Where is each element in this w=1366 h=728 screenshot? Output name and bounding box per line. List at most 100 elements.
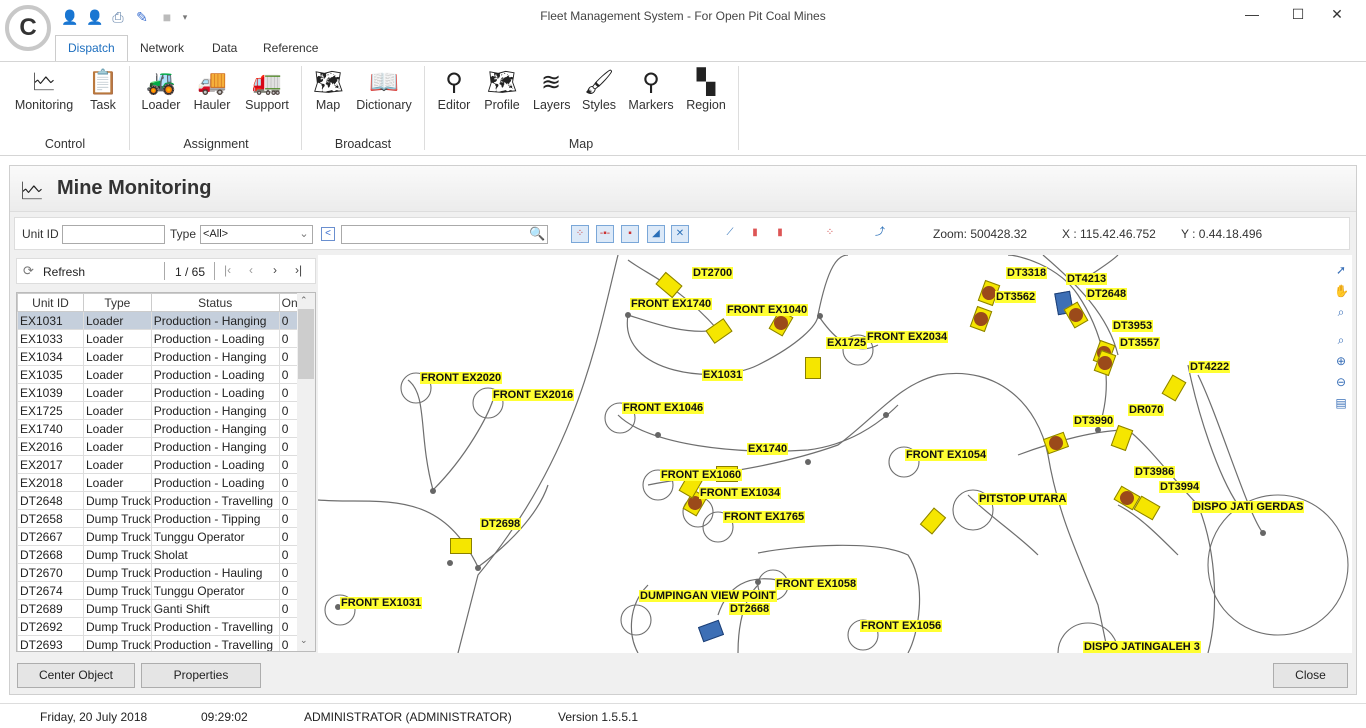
scroll-up-icon[interactable]: ⌃ [300,295,308,306]
unit-id-input[interactable] [62,225,165,244]
refresh-button[interactable]: Refresh [43,265,85,279]
editor-button[interactable]: ⚲ Editor [436,68,472,112]
map-label[interactable]: DT3953 [1112,320,1154,332]
table-row[interactable]: DT2667 Dump Truck Tunggu Operator 0 [17,527,301,546]
map-label[interactable]: FRONT EX1040 [726,304,809,316]
show-units-toggle-icon[interactable]: ⁘ [571,225,589,243]
map-label[interactable]: FRONT EX1058 [775,578,858,590]
scroll-thumb[interactable] [298,309,314,379]
prev-page-icon[interactable]: ‹ [249,263,253,277]
tab-dispatch[interactable]: Dispatch [55,35,128,62]
table-row[interactable]: DT2689 Dump Truck Ganti Shift 0 [17,599,301,618]
type-select[interactable]: <All> ⌄ [200,225,313,244]
table-row[interactable]: DT2658 Dump Truck Production - Tipping 0 [17,509,301,528]
search-icon[interactable]: 🔍 [529,226,545,242]
map-label[interactable]: FRONT EX1034 [699,487,782,499]
hauler-button[interactable]: 🚚 Hauler [192,68,232,112]
minimize-button[interactable]: — [1240,6,1264,26]
map-label[interactable]: FRONT EX1740 [630,298,713,310]
profile-button[interactable]: 🗺 Profile [483,68,521,112]
table-row[interactable]: EX1740 Loader Production - Hanging 0 [17,419,301,438]
map-label[interactable]: FRONT EX1056 [860,620,943,632]
table-row[interactable]: EX2016 Loader Production - Hanging 0 [17,437,301,456]
app-logo[interactable]: C [5,5,51,51]
refresh-icon[interactable]: ⟳ [23,263,34,279]
mine-map[interactable]: DT2700 FRONT EX1740 FRONT EX1040 EX1725 FRON… [318,255,1352,653]
show-roads-toggle-icon[interactable]: -▪- [596,225,614,243]
bar-chart-icon[interactable]: ▮ [746,225,764,243]
column-header-unit-id[interactable]: Unit ID [17,293,84,312]
map-label[interactable]: FRONT EX2016 [492,389,575,401]
table-row[interactable]: EX1031 Loader Production - Hanging 0 [17,311,301,330]
route-icon[interactable]: ⤴ [871,225,889,243]
markers-button[interactable]: ⚲ Markers [628,68,674,112]
map-label[interactable]: EX1031 [702,369,744,381]
first-page-icon[interactable]: |‹ [224,263,231,277]
table-row[interactable]: EX1034 Loader Production - Hanging 0 [17,347,301,366]
map-label[interactable]: FRONT EX1060 [660,469,743,481]
pointer-icon[interactable]: ➚ [1334,263,1348,277]
styles-button[interactable]: 🖌 Styles [582,68,616,112]
map-label[interactable]: FRONT EX1054 [905,449,988,461]
map-button[interactable]: 🗺 Map [313,68,343,112]
table-row[interactable]: DT2692 Dump Truck Production - Travelling 0 [17,617,301,636]
task-button[interactable]: 📋 Task [88,68,118,112]
map-label[interactable]: FRONT EX1046 [622,402,705,414]
vehicle-marker[interactable] [805,357,821,379]
map-label[interactable]: DT3994 [1159,481,1201,493]
table-row[interactable]: EX1725 Loader Production - Hanging 0 [17,401,301,420]
map-label[interactable]: DT4222 [1189,361,1231,373]
table-row[interactable]: EX1035 Loader Production - Loading 0 [17,365,301,384]
zoom-window-icon[interactable]: ⌕ [1334,305,1348,319]
map-label[interactable]: DT2698 [480,518,522,530]
table-row[interactable]: EX2017 Loader Production - Loading 0 [17,455,301,474]
show-area-toggle-icon[interactable]: ◢ [647,225,665,243]
close-window-button[interactable]: ✕ [1325,6,1349,26]
map-label[interactable]: DT3318 [1006,267,1048,279]
column-header-type[interactable]: Type [83,293,152,312]
print-preview-icon[interactable]: ▤ [1334,396,1348,410]
map-label[interactable]: DT3986 [1134,466,1176,478]
map-label[interactable]: DT3990 [1073,415,1115,427]
collapse-button[interactable]: < [321,227,335,241]
map-label[interactable]: DUMPINGAN VIEW POINT [639,590,777,602]
vehicle-marker[interactable] [450,538,472,554]
map-label[interactable]: DISPO JATI GERDAS [1192,501,1305,513]
map-label[interactable]: DT3557 [1119,337,1161,349]
table-row[interactable]: DT2670 Dump Truck Production - Hauling 0 [17,563,301,582]
map-label[interactable]: FRONT EX2034 [866,331,949,343]
map-label[interactable]: FRONT EX2020 [420,372,503,384]
table-row[interactable]: DT2668 Dump Truck Sholat 0 [17,545,301,564]
chevron-down-icon[interactable]: ⌄ [296,226,312,243]
zoom-in-icon[interactable]: ⊕ [1334,354,1348,368]
map-label[interactable]: EX1725 [826,337,868,349]
map-label[interactable]: DT2700 [692,267,734,279]
map-label[interactable]: DT2668 [729,603,771,615]
zoom-extent-icon[interactable]: ⌕ [1334,333,1348,347]
show-network-toggle-icon[interactable]: ✕ [671,225,689,243]
map-label[interactable]: DR070 [1128,404,1165,416]
center-object-button[interactable]: Center Object [17,663,135,688]
table-row[interactable]: DT2674 Dump Truck Tunggu Operator 0 [17,581,301,600]
table-row[interactable]: EX2018 Loader Production - Loading 0 [17,473,301,492]
layers-button[interactable]: ≋ Layers [533,68,571,112]
cluster-icon[interactable]: ⁘ [821,225,839,243]
table-row[interactable]: EX1039 Loader Production - Loading 0 [17,383,301,402]
support-button[interactable]: 🚛 Support [244,68,290,112]
properties-button[interactable]: Properties [141,663,261,688]
map-label[interactable]: FRONT EX1031 [340,597,423,609]
last-page-icon[interactable]: ›| [295,263,302,277]
bar-chart-alt-icon[interactable]: ▮ [771,225,789,243]
tab-network[interactable]: Network [128,38,196,62]
tab-reference[interactable]: Reference [251,38,330,62]
scroll-down-icon[interactable]: ⌄ [300,635,308,646]
tab-data[interactable]: Data [200,38,249,62]
table-row[interactable]: DT2648 Dump Truck Production - Travelling 0 [17,491,301,510]
maximize-button[interactable]: ☐ [1286,6,1310,26]
trend-chart-icon[interactable]: ⟋ [721,225,739,243]
map-label[interactable]: DT3562 [995,291,1037,303]
map-label[interactable]: DT4213 [1066,273,1108,285]
map-label[interactable]: EX1740 [747,443,789,455]
table-row[interactable]: EX1033 Loader Production - Loading 0 [17,329,301,348]
region-button[interactable]: ▚ Region [686,68,726,112]
